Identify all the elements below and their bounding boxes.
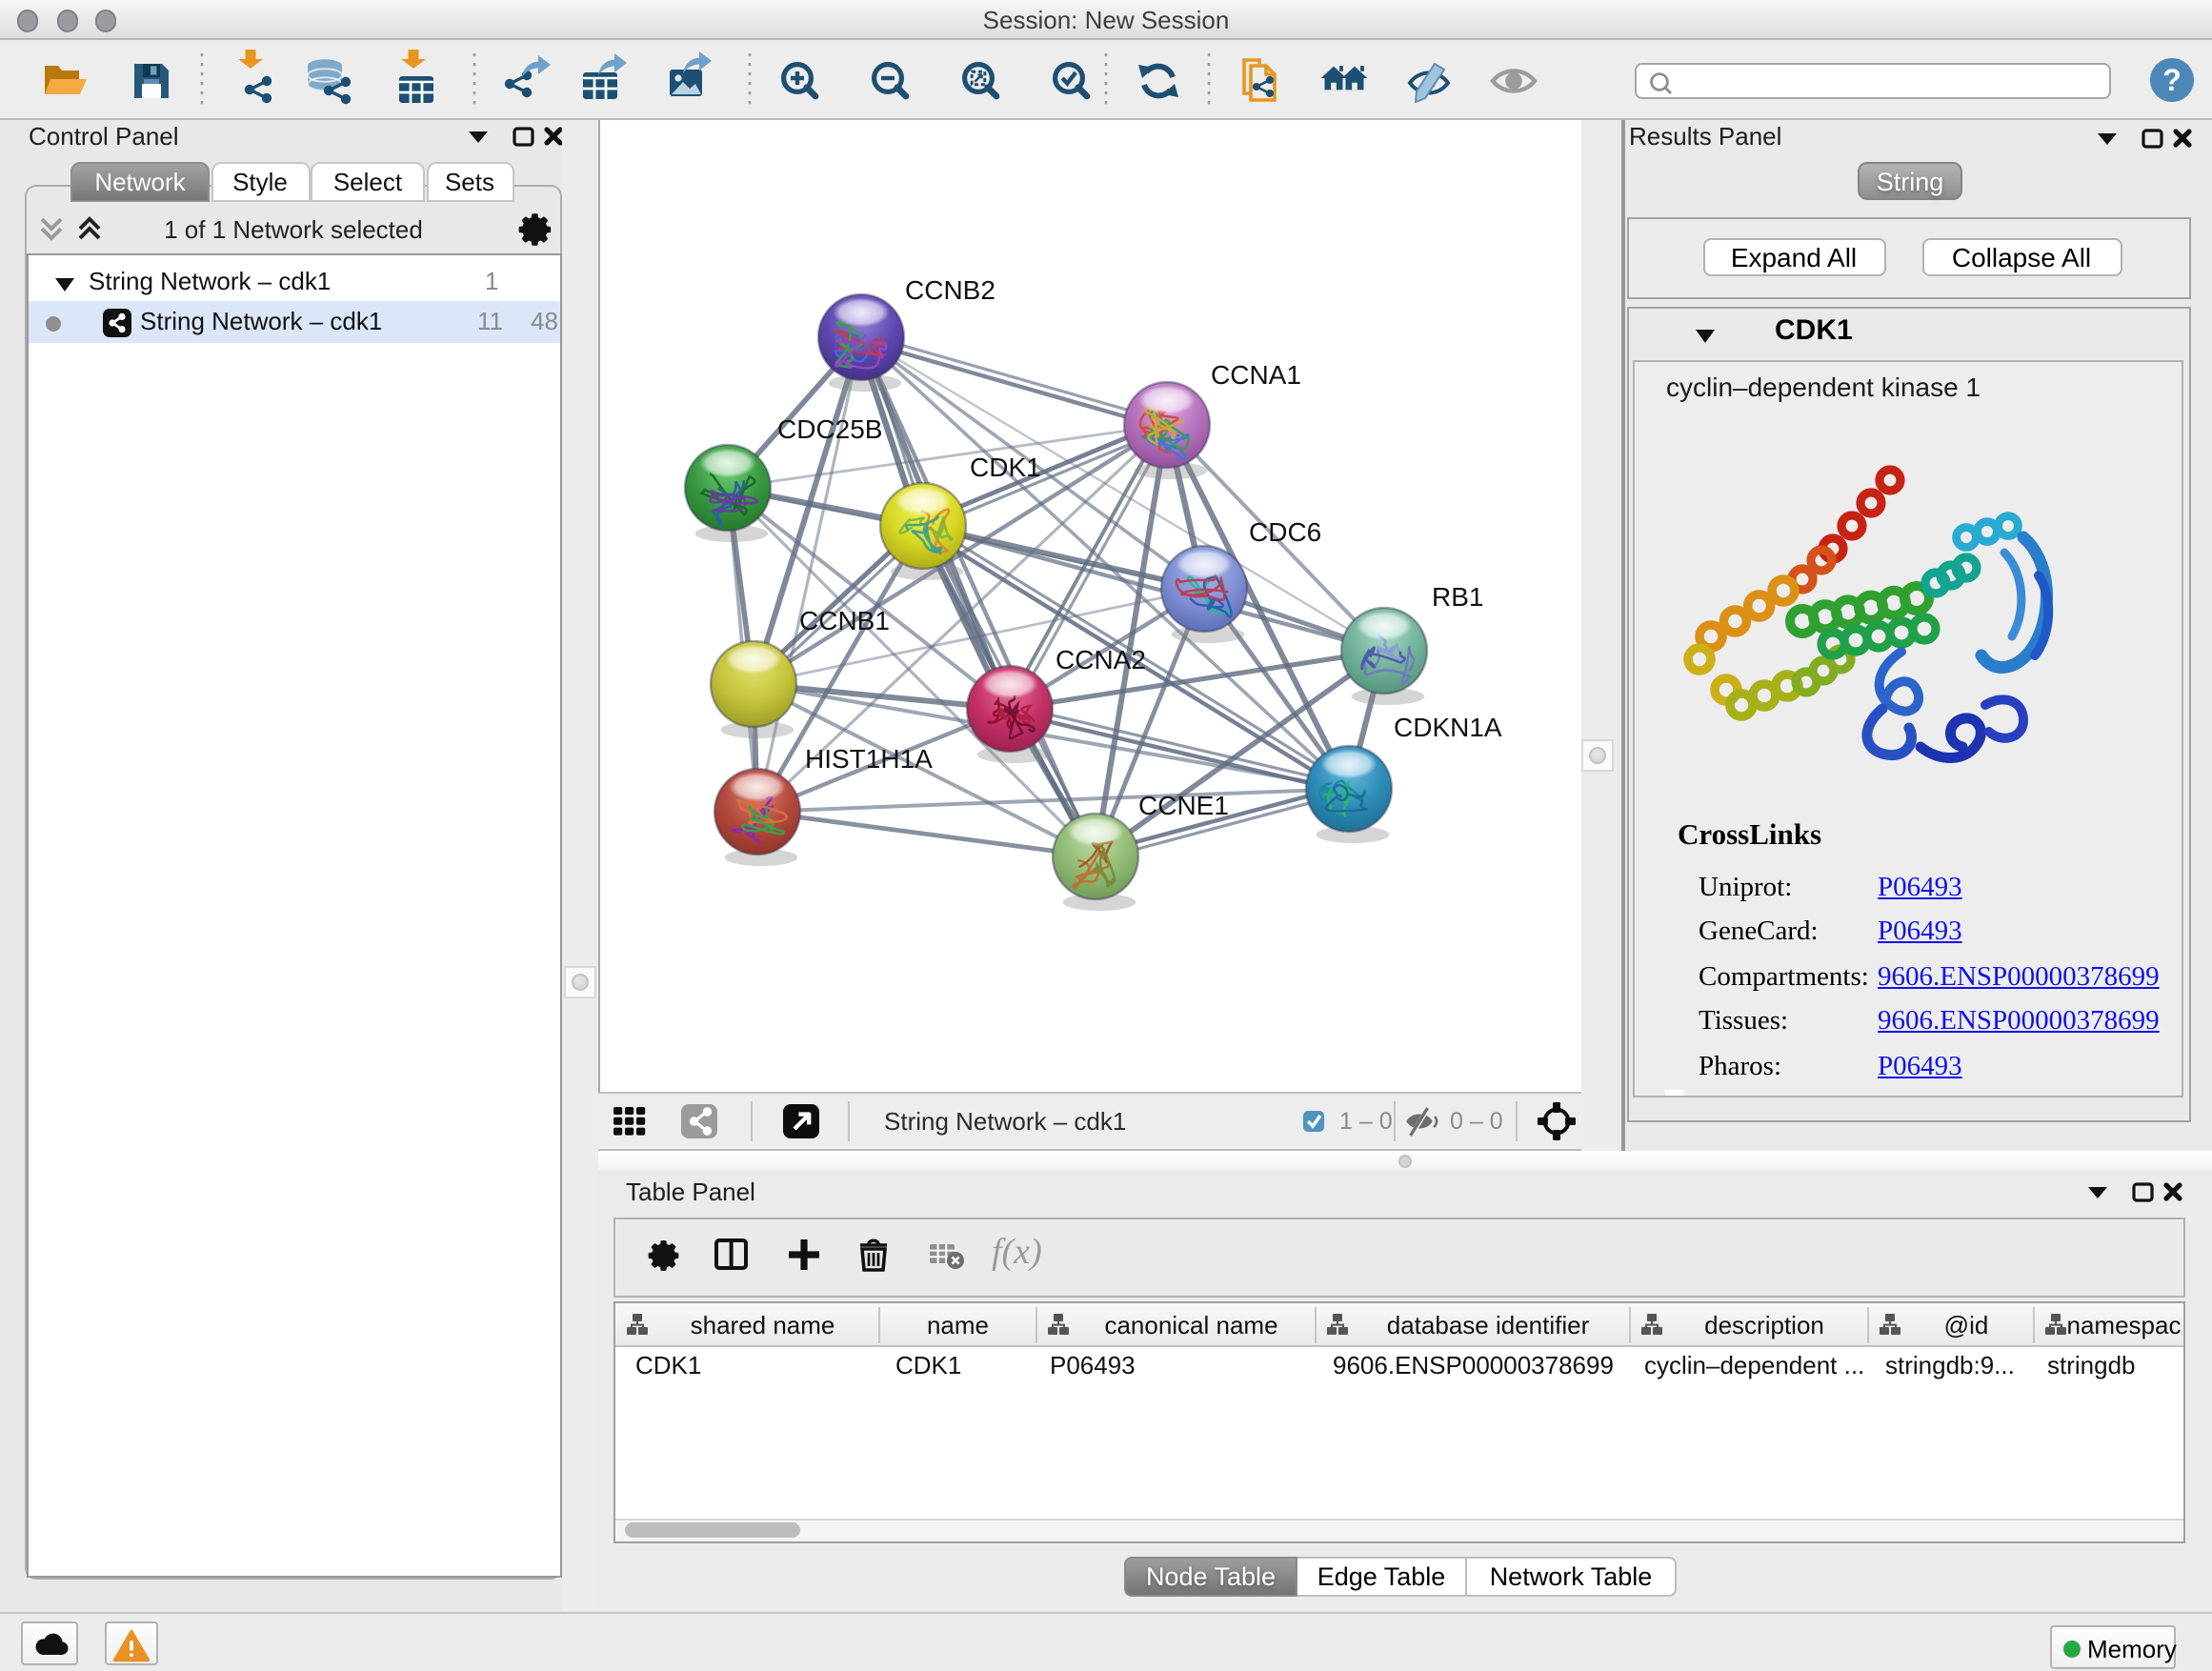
svg-text:@id: @id [1943,1310,1988,1339]
svg-text:RB1: RB1 [1432,582,1483,612]
svg-text:HIST1H1A: HIST1H1A [805,744,933,774]
svg-text:CCNA1: CCNA1 [1211,360,1301,390]
svg-text:CDC25B: CDC25B [777,414,882,444]
svg-text:name: name [926,1310,988,1339]
svg-text:CCNE1: CCNE1 [1138,791,1229,820]
svg-text:canonical name: canonical name [1103,1310,1277,1339]
svg-text:CDK1: CDK1 [970,453,1041,482]
svg-text:0 – 0: 0 – 0 [1450,1108,1503,1135]
svg-text:?: ? [2162,63,2182,97]
svg-text:description: description [1703,1310,1823,1339]
svg-text:shared name: shared name [690,1310,835,1339]
svg-text:CDC6: CDC6 [1249,517,1321,547]
svg-text:1 – 0: 1 – 0 [1339,1108,1393,1135]
svg-text:CCNA2: CCNA2 [1056,645,1146,674]
svg-text:CCNB2: CCNB2 [905,275,995,305]
svg-text:CCNB1: CCNB1 [799,606,890,635]
svg-text:CDKN1A: CDKN1A [1394,713,1502,742]
svg-text:database identifier: database identifier [1386,1310,1589,1339]
svg-text:namespac: namespac [2066,1310,2181,1339]
